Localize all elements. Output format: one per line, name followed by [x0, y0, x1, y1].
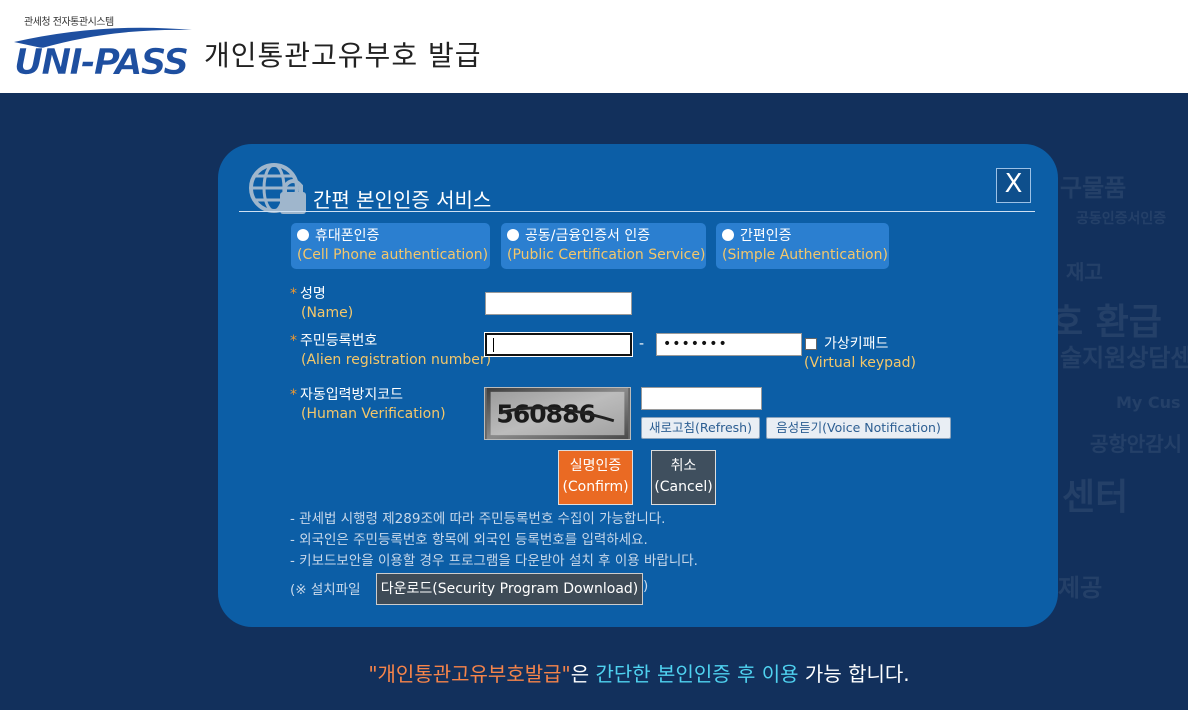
- regno-label: * 주민등록번호 (Alien registration number): [290, 332, 491, 370]
- regno-label-text: 주민등록번호: [300, 333, 378, 349]
- background-word: 공항안감시: [1090, 432, 1182, 456]
- auth-option-label: 공동/금융인증서 인증: [525, 228, 651, 244]
- confirm-label: 실명인증: [569, 458, 622, 474]
- radio-button[interactable]: [297, 229, 309, 241]
- page-title: 개인통관고유부호 발급: [204, 39, 482, 72]
- bottom-message-part: "개인통관고유부호발급": [368, 662, 571, 686]
- install-note-prefix: (※ 설치파일: [290, 582, 361, 598]
- radio-button[interactable]: [507, 229, 519, 241]
- bottom-message-part: 가능 합니다.: [798, 662, 910, 686]
- notice-line: - 키보드보안을 이용할 경우 프로그램을 다운받아 설치 후 이용 바랍니다.: [290, 553, 698, 569]
- virtual-keypad-label-text: 가상키패드: [824, 336, 889, 352]
- captcha-image: 560886: [484, 387, 631, 440]
- name-label-text: 성명: [300, 286, 326, 302]
- confirm-label-en: (Confirm): [562, 479, 629, 495]
- name-label: * 성명 (Name): [290, 285, 353, 323]
- regno-label-en: (Alien registration number): [301, 352, 492, 368]
- voice-button[interactable]: 음성듣기(Voice Notification): [766, 417, 951, 439]
- auth-option-cellphone[interactable]: 휴대폰인증 (Cell Phone authentication): [291, 223, 490, 269]
- auth-option-label-en: (Simple Authentication): [722, 247, 888, 263]
- download-button[interactable]: 다운로드(Security Program Download): [376, 573, 643, 605]
- virtual-keypad-label-en: (Virtual keypad): [804, 355, 916, 371]
- auth-modal: 간편 본인인증 서비스 X 휴대폰인증 (Cell Phone authenti…: [218, 144, 1058, 627]
- auth-option-label-en: (Public Certification Service): [507, 247, 706, 263]
- title-divider: [239, 211, 1035, 212]
- globe-lock-icon: [249, 163, 306, 214]
- modal-title: 간편 본인인증 서비스: [313, 188, 492, 212]
- regno-back-value: •••••••: [663, 336, 728, 352]
- name-input[interactable]: [485, 292, 632, 315]
- regno-front-input[interactable]: [484, 332, 633, 357]
- captcha-label: * 자동입력방지코드 (Human Verification): [290, 386, 446, 424]
- auth-option-simple[interactable]: 간편인증 (Simple Authentication): [716, 223, 889, 269]
- required-mark: *: [290, 333, 297, 349]
- background-word: My Cus: [1116, 393, 1181, 412]
- bottom-message-part: 은: [570, 662, 596, 686]
- required-mark: *: [290, 286, 297, 302]
- notice-line: - 관세법 시행령 제289조에 따라 주민등록번호 수집이 가능합니다.: [290, 511, 666, 527]
- refresh-button[interactable]: 새로고침(Refresh): [641, 417, 760, 439]
- required-mark: *: [290, 387, 297, 403]
- cancel-label-en: (Cancel): [654, 479, 713, 495]
- unipass-logo: UNI-PASS: [14, 27, 192, 78]
- captcha-input[interactable]: [641, 387, 762, 410]
- notice-line: - 외국인은 주민등록번호 항목에 외국인 등록번호를 입력하세요.: [290, 532, 648, 548]
- name-label-en: (Name): [301, 305, 354, 321]
- background-word: 제공: [1058, 574, 1103, 602]
- auth-option-certificate[interactable]: 공동/금융인증서 인증 (Public Certification Servic…: [501, 223, 706, 269]
- virtual-keypad-label: 가상키패드 (Virtual keypad): [804, 335, 916, 373]
- background-word: 센터: [1062, 477, 1129, 518]
- close-button[interactable]: X: [996, 168, 1031, 203]
- page-header: 관세청 전자통관시스템 UNI-PASS 개인통관고유부호 발급: [0, 0, 1188, 93]
- radio-button[interactable]: [722, 229, 734, 241]
- logo-text: UNI-PASS: [14, 42, 187, 78]
- regno-separator: -: [639, 336, 645, 352]
- bottom-message: "개인통관고유부호발급"은 간단한 본인인증 후 이용 가능 합니다.: [0, 658, 1188, 687]
- auth-option-label: 휴대폰인증: [315, 228, 380, 244]
- auth-option-label: 간편인증: [740, 228, 792, 244]
- install-note-suffix: ): [643, 578, 649, 594]
- bottom-message-part: 간단한 본인인증 후 이용: [595, 662, 799, 686]
- confirm-button[interactable]: 실명인증 (Confirm): [558, 450, 633, 505]
- auth-option-label-en: (Cell Phone authentication): [297, 247, 489, 263]
- captcha-code: 560886: [496, 400, 595, 429]
- background-word: 술지원상담센: [1060, 344, 1188, 372]
- captcha-label-text: 자동입력방지코드: [300, 387, 404, 403]
- captcha-label-en: (Human Verification): [301, 406, 446, 422]
- text-caret: [493, 338, 494, 352]
- background-word: 구물품: [1060, 174, 1127, 202]
- cancel-label: 취소: [670, 458, 697, 474]
- cancel-button[interactable]: 취소 (Cancel): [651, 450, 716, 505]
- background-word: 재고: [1066, 260, 1103, 284]
- regno-back-input[interactable]: •••••••: [656, 333, 802, 356]
- background-word: 공동인증서인증: [1076, 211, 1167, 227]
